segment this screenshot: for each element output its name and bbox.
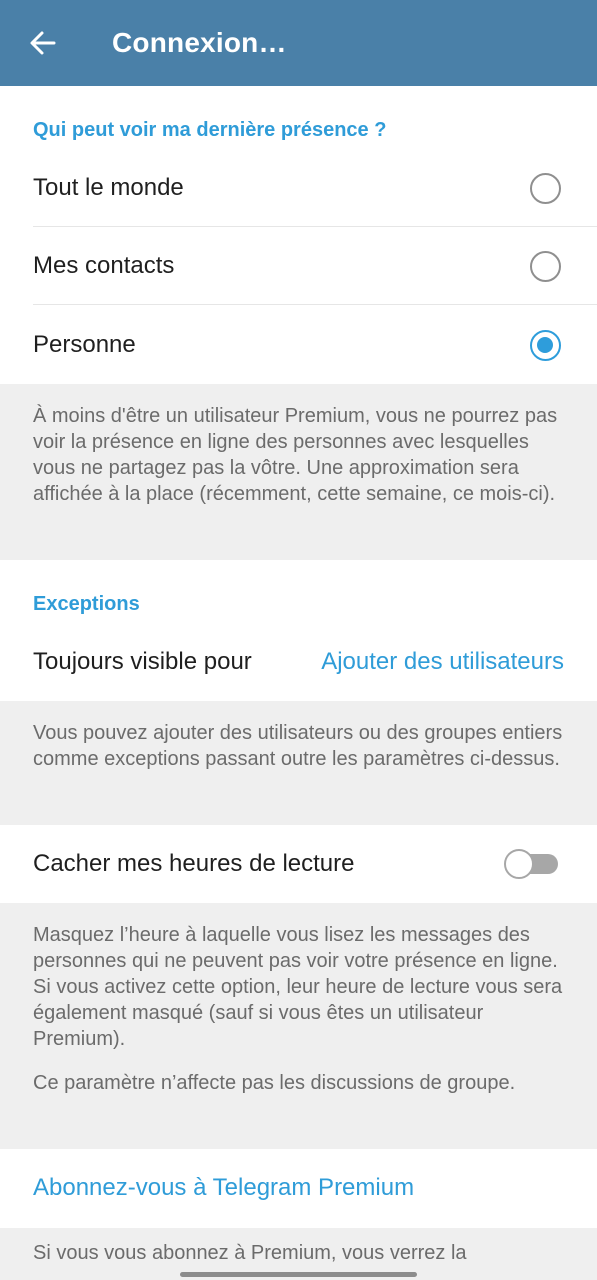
option-nobody[interactable]: Personne <box>0 306 597 384</box>
last-seen-header: Qui peut voir ma dernière présence ? <box>33 119 387 141</box>
read-time-info-group: Ce paramètre n’affecte pas les discussio… <box>33 1072 516 1094</box>
radio-checked-icon[interactable] <box>530 329 561 361</box>
hide-read-time-switch[interactable] <box>504 849 558 879</box>
home-indicator[interactable] <box>180 1272 417 1277</box>
add-users-link[interactable]: Ajouter des utilisateurs <box>321 648 564 676</box>
read-time-section: Cacher mes heures de lecture <box>0 825 597 903</box>
option-everybody[interactable]: Tout le monde <box>0 149 597 227</box>
app-bar: Connexion… <box>0 0 597 86</box>
premium-section: Abonnez-vous à Telegram Premium <box>0 1149 597 1228</box>
option-label: Tout le monde <box>33 174 184 201</box>
radio-unchecked-icon[interactable] <box>530 250 561 282</box>
page-title: Connexion… <box>112 27 287 58</box>
premium-subscribe-link[interactable]: Abonnez-vous à Telegram Premium <box>33 1174 414 1202</box>
exceptions-info: Vous pouvez ajouter des utilisateurs ou … <box>33 722 563 770</box>
hide-read-time-row[interactable]: Cacher mes heures de lecture <box>0 825 597 903</box>
hide-read-time-label: Cacher mes heures de lecture <box>33 850 355 877</box>
always-visible-label: Toujours visible pour <box>33 648 252 675</box>
read-time-info-section: Masquez l’heure à laquelle vous lisez le… <box>0 903 597 1149</box>
switch-knob <box>504 849 534 879</box>
premium-info: Si vous vous abonnez à Premium, vous ver… <box>33 1242 467 1264</box>
exceptions-section: Exceptions Toujours visible pour Ajouter… <box>0 560 597 701</box>
last-seen-info-section: À moins d'être un utilisateur Premium, v… <box>0 384 597 560</box>
last-seen-info: À moins d'être un utilisateur Premium, v… <box>33 405 558 505</box>
arrow-left-icon <box>30 31 56 55</box>
exceptions-header: Exceptions <box>33 593 140 615</box>
exceptions-info-section: Vous pouvez ajouter des utilisateurs ou … <box>0 701 597 825</box>
last-seen-section: Qui peut voir ma dernière présence ? Tou… <box>0 86 597 384</box>
option-my-contacts[interactable]: Mes contacts <box>0 227 597 305</box>
divider <box>33 304 597 305</box>
back-button[interactable] <box>0 0 86 86</box>
always-visible-row[interactable]: Toujours visible pour Ajouter des utilis… <box>0 623 597 701</box>
premium-subscribe-row[interactable]: Abonnez-vous à Telegram Premium <box>0 1149 597 1227</box>
option-label: Personne <box>33 331 136 358</box>
option-label: Mes contacts <box>33 252 175 279</box>
read-time-info: Masquez l’heure à laquelle vous lisez le… <box>33 924 563 1050</box>
radio-unchecked-icon[interactable] <box>530 172 561 204</box>
